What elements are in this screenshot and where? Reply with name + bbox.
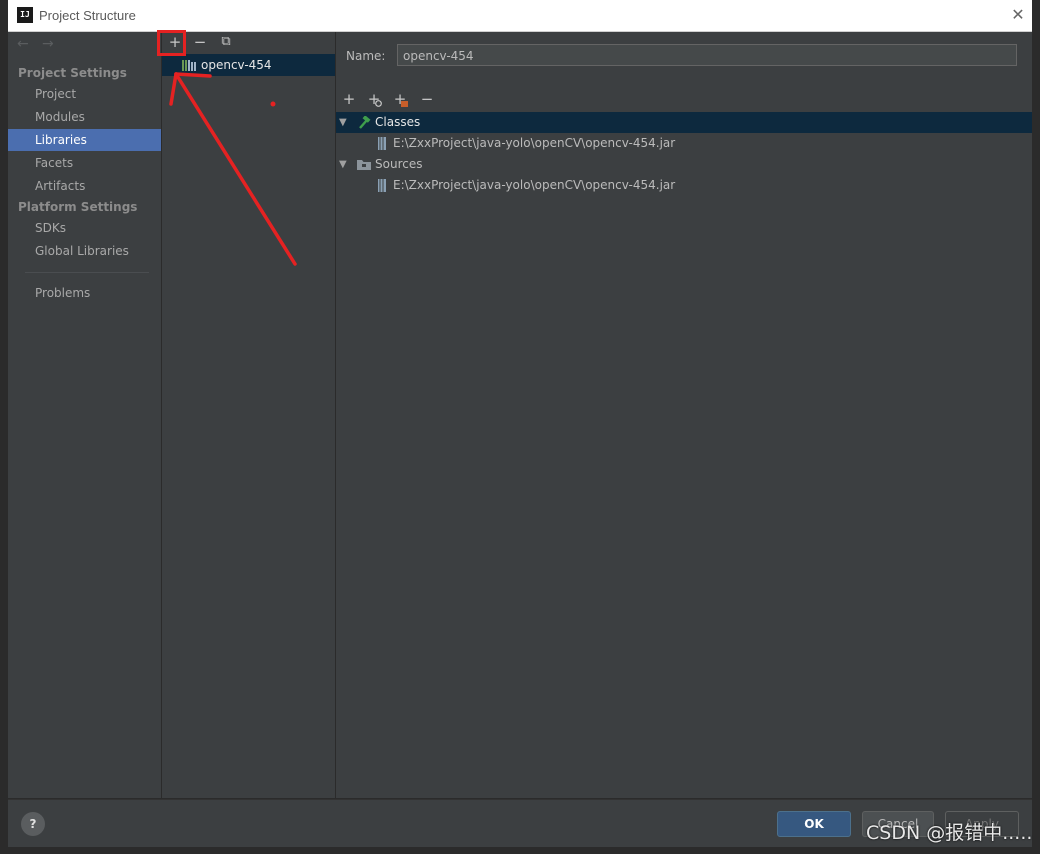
jar-badge-icon <box>401 101 408 107</box>
ok-button[interactable]: OK <box>777 811 851 837</box>
platform-settings-header: Platform Settings <box>18 200 138 214</box>
library-name: opencv-454 <box>201 58 272 72</box>
sidebar-item-facets[interactable]: Facets <box>8 152 161 174</box>
tree-node-classes-jar[interactable]: E:\ZxxProject\java-yolo\openCV\opencv-45… <box>336 133 1032 154</box>
remove-library-button[interactable]: − <box>191 33 209 51</box>
window-title: Project Structure <box>39 8 136 23</box>
app-logo-icon: IJ <box>17 7 33 23</box>
collapse-triangle-icon[interactable]: ▼ <box>339 154 347 175</box>
sidebar-item-problems[interactable]: Problems <box>8 282 161 304</box>
libraries-list-panel: + − ⧉ opencv-454 <box>162 32 336 798</box>
sidebar-item-project[interactable]: Project <box>8 83 161 105</box>
sidebar-item-artifacts[interactable]: Artifacts <box>8 175 161 197</box>
attach-root-button[interactable]: + <box>365 90 383 108</box>
back-arrow-icon[interactable]: ← <box>17 36 29 52</box>
library-icon <box>182 60 196 71</box>
classes-label: Classes <box>375 115 421 129</box>
close-icon[interactable]: ✕ <box>1008 5 1028 25</box>
settings-sidebar: ← → Project Settings Project Modules Lib… <box>8 32 162 798</box>
sidebar-item-libraries[interactable]: Libraries <box>8 129 161 151</box>
watermark: CSDN @报错中..... <box>866 822 1033 844</box>
sidebar-item-modules[interactable]: Modules <box>8 106 161 128</box>
tree-node-sources-jar[interactable]: E:\ZxxProject\java-yolo\openCV\opencv-45… <box>336 175 1032 196</box>
library-name-field[interactable]: opencv-454 <box>397 44 1017 66</box>
jar-icon <box>378 179 386 192</box>
project-settings-header: Project Settings <box>18 66 127 80</box>
hammer-icon <box>359 116 371 129</box>
sources-jar-path: E:\ZxxProject\java-yolo\openCV\opencv-45… <box>393 178 676 192</box>
sidebar-item-global-libraries[interactable]: Global Libraries <box>8 240 161 262</box>
annotation-highlight-box <box>157 30 186 56</box>
library-detail-panel: Name: opencv-454 + + + − ▼ Classes E:\Zx… <box>336 32 1032 798</box>
help-icon[interactable]: ? <box>21 812 45 836</box>
sidebar-divider <box>25 272 149 273</box>
forward-arrow-icon[interactable]: → <box>42 36 54 52</box>
classes-jar-path: E:\ZxxProject\java-yolo\openCV\opencv-45… <box>393 136 676 150</box>
title-bar: IJ Project Structure ✕ <box>8 0 1032 32</box>
remove-root-button[interactable]: − <box>418 90 436 108</box>
jar-icon <box>378 137 386 150</box>
sidebar-item-sdks[interactable]: SDKs <box>8 217 161 239</box>
gear-badge-icon <box>375 100 382 107</box>
tree-node-classes[interactable]: ▼ Classes <box>336 112 1032 133</box>
name-label: Name: <box>346 49 386 63</box>
copy-library-button[interactable]: ⧉ <box>217 33 235 51</box>
folder-icon <box>357 160 371 170</box>
sources-label: Sources <box>375 157 423 171</box>
tree-node-sources[interactable]: ▼ Sources <box>336 154 1032 175</box>
add-root-button[interactable]: + <box>340 90 358 108</box>
add-jar-root-button[interactable]: + <box>391 90 409 108</box>
library-list-item[interactable]: opencv-454 <box>162 54 335 76</box>
collapse-triangle-icon[interactable]: ▼ <box>339 112 347 133</box>
